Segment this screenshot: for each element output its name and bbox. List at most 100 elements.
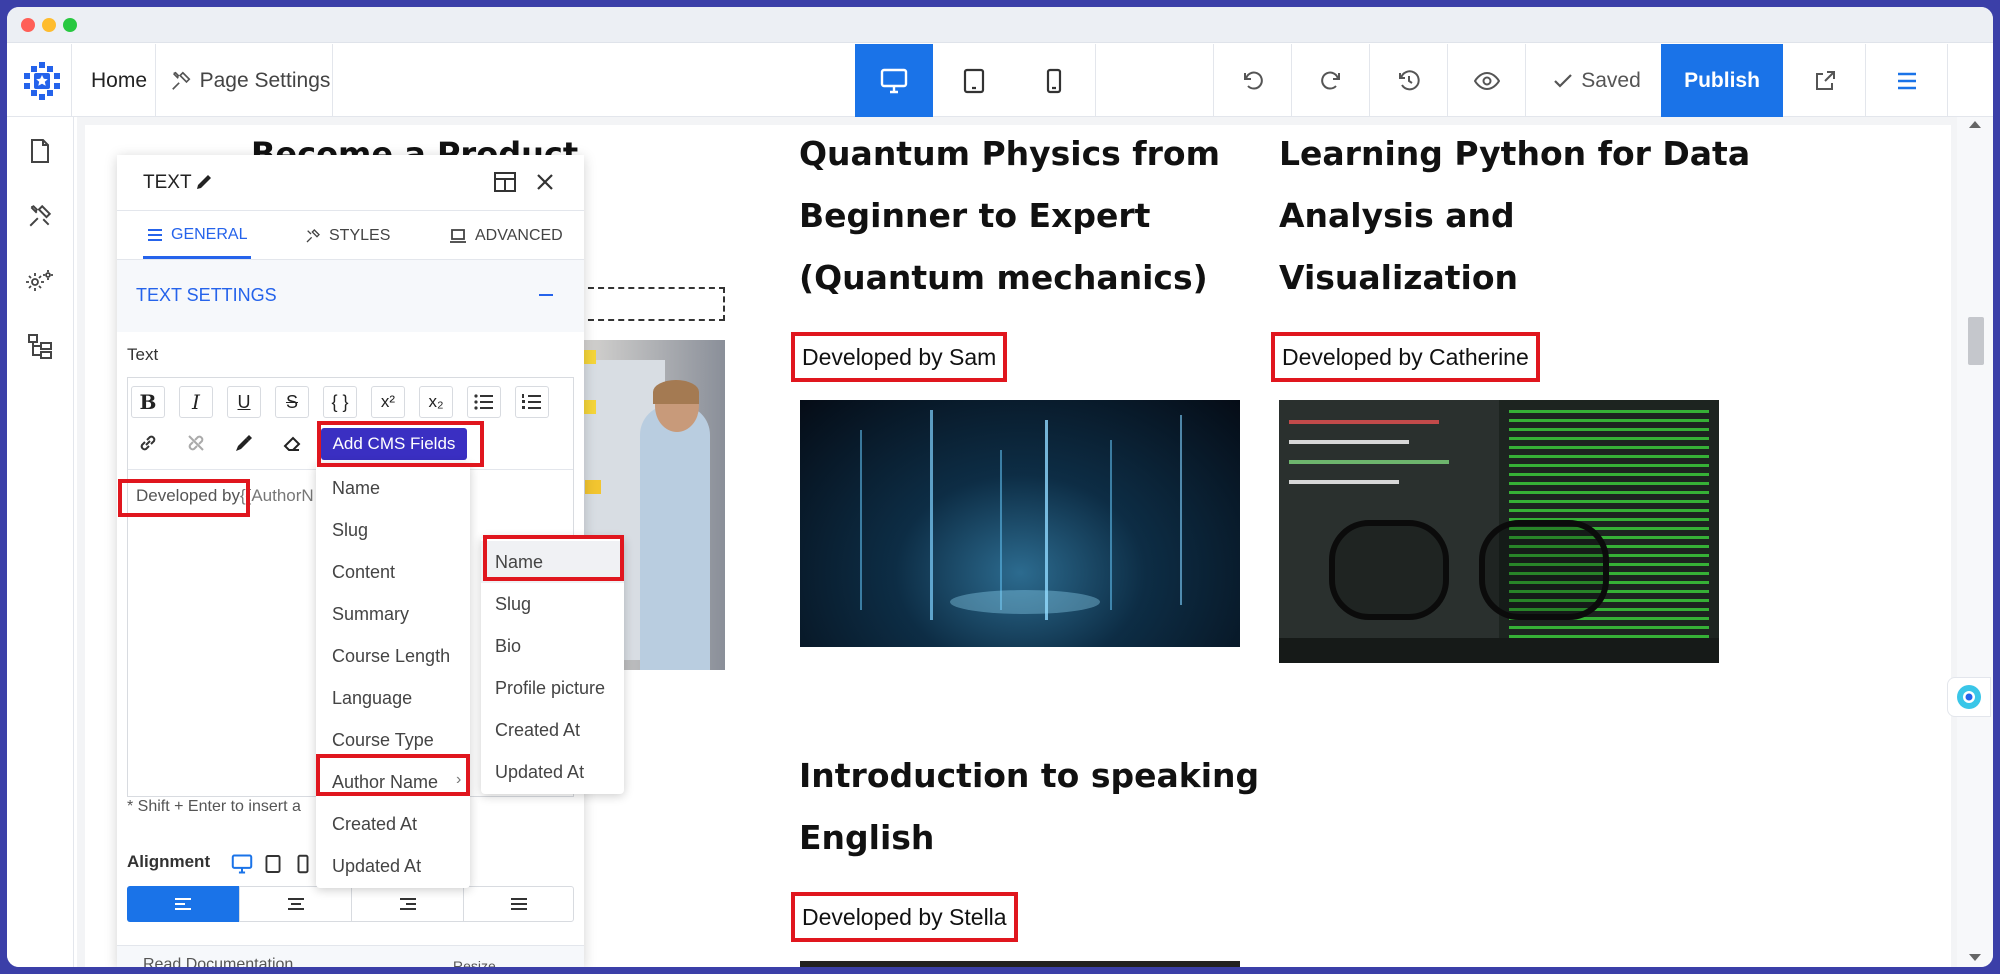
course-image-python	[1279, 400, 1719, 663]
highlight-box-author-name	[316, 754, 470, 796]
design-tools-button[interactable]	[21, 197, 59, 235]
superscript-button[interactable]: x²	[371, 386, 405, 418]
link-button[interactable]	[131, 427, 165, 459]
eye-icon	[1473, 71, 1500, 90]
author-field-option[interactable]: Bio	[481, 625, 624, 667]
unlink-icon	[188, 435, 204, 451]
color-picker-button[interactable]	[227, 427, 261, 459]
app-window: Home Page Settings Saved Publish Become …	[7, 7, 1993, 967]
author-field-option[interactable]: Profile picture	[481, 667, 624, 709]
settings-button[interactable]	[21, 262, 59, 300]
italic-button[interactable]: I	[179, 386, 213, 418]
tools-icon	[29, 204, 52, 227]
alignment-label: Alignment	[127, 852, 211, 871]
course-title: Learning Python for Data	[1279, 134, 1751, 173]
course-title: Quantum Physics from	[799, 134, 1220, 173]
read-documentation-link[interactable]: Read Documentation	[143, 956, 293, 967]
course-image-quantum	[800, 400, 1240, 647]
author-field-option[interactable]: Slug	[481, 583, 624, 625]
developer-label: Developed by Catherine	[1271, 332, 1540, 382]
desktop-view-button[interactable]	[855, 44, 933, 117]
cms-field-option[interactable]: Updated At	[316, 845, 470, 887]
close-icon[interactable]	[535, 172, 555, 192]
tab-advanced-label: ADVANCED	[475, 227, 563, 244]
bold-button[interactable]: B	[131, 386, 165, 418]
cms-field-option[interactable]: Content	[316, 551, 470, 593]
pencil-icon[interactable]	[195, 173, 213, 191]
page-settings-button[interactable]: Page Settings	[165, 44, 335, 117]
cms-field-option[interactable]: Course Length	[316, 635, 470, 677]
close-window-button[interactable]	[21, 18, 35, 32]
align-left-icon	[175, 898, 191, 910]
mobile-icon[interactable]	[297, 854, 309, 874]
undo-button[interactable]	[1214, 44, 1291, 117]
panel-title: TEXT	[143, 172, 192, 193]
redo-button[interactable]	[1292, 44, 1369, 117]
minimize-window-button[interactable]	[42, 18, 56, 32]
collapse-icon[interactable]	[539, 294, 553, 296]
canvas-scrollbar[interactable]	[1947, 117, 1993, 967]
scroll-up-arrow[interactable]	[1969, 121, 1981, 128]
author-field-option[interactable]: Created At	[481, 709, 624, 751]
underline-button[interactable]: U	[227, 386, 261, 418]
scroll-down-arrow[interactable]	[1969, 954, 1981, 961]
cms-field-option[interactable]: Slug	[316, 509, 470, 551]
resize-handle[interactable]: Resize	[453, 958, 496, 967]
align-right-icon	[399, 898, 416, 910]
layers-button[interactable]	[21, 327, 59, 365]
clear-format-button[interactable]	[275, 427, 309, 459]
link-icon	[140, 435, 156, 451]
editor-toolbar: Home Page Settings Saved Publish	[7, 44, 1993, 117]
tablet-icon[interactable]	[265, 854, 281, 874]
align-center-button[interactable]	[239, 886, 351, 922]
numbered-list-button[interactable]	[515, 386, 549, 418]
dock-panel-icon[interactable]	[493, 171, 517, 193]
preview-button[interactable]	[1448, 44, 1525, 117]
pages-button[interactable]	[21, 132, 59, 170]
sitemap-icon	[28, 334, 52, 359]
unlink-button[interactable]	[179, 427, 213, 459]
course-title: Visualization	[1279, 258, 1519, 297]
tools-icon	[171, 71, 191, 90]
strikethrough-button[interactable]: S	[275, 386, 309, 418]
open-external-button[interactable]	[1785, 44, 1865, 117]
menu-button[interactable]	[1867, 44, 1947, 117]
cms-field-option[interactable]: Summary	[316, 593, 470, 635]
text-settings-section-header[interactable]: TEXT SETTINGS	[117, 260, 584, 332]
author-field-option[interactable]: Updated At	[481, 751, 624, 793]
mobile-icon	[1046, 68, 1062, 93]
home-link[interactable]: Home	[79, 44, 159, 117]
check-icon	[1554, 73, 1572, 88]
tab-styles-label: STYLES	[329, 227, 391, 244]
assistant-button[interactable]	[1947, 677, 1991, 717]
subscript-button[interactable]: x₂	[419, 386, 453, 418]
cms-field-option[interactable]: Name	[316, 467, 470, 509]
logo-icon[interactable]	[17, 44, 67, 117]
mobile-view-button[interactable]	[1015, 44, 1093, 117]
align-justify-button[interactable]	[463, 886, 574, 922]
history-button[interactable]	[1370, 44, 1447, 117]
tab-advanced[interactable]: ADVANCED	[449, 213, 563, 259]
divider	[1947, 44, 1948, 117]
publish-button[interactable]: Publish	[1661, 44, 1783, 117]
desktop-icon[interactable]	[231, 854, 253, 874]
editor-hint: * Shift + Enter to insert a	[127, 798, 301, 815]
developer-label: Developed by Sam	[791, 332, 1008, 382]
cms-field-option[interactable]: Created At	[316, 803, 470, 845]
tablet-icon	[963, 68, 985, 93]
align-right-button[interactable]	[351, 886, 463, 922]
cms-field-option[interactable]: Language	[316, 677, 470, 719]
tab-styles[interactable]: STYLES	[305, 213, 390, 259]
saved-status: Saved	[1527, 44, 1667, 117]
tab-general[interactable]: GENERAL	[143, 213, 252, 259]
bullet-list-button[interactable]	[467, 386, 501, 418]
code-button[interactable]: { }	[323, 386, 357, 418]
scroll-thumb[interactable]	[1968, 317, 1984, 365]
numbered-list-icon	[522, 394, 541, 409]
text-field-label: Text	[127, 345, 159, 364]
highlight-box-add-cms-fields	[317, 421, 484, 467]
maximize-window-button[interactable]	[63, 18, 77, 32]
desktop-icon	[880, 68, 908, 93]
tablet-view-button[interactable]	[935, 44, 1013, 117]
align-left-button[interactable]	[127, 886, 239, 922]
